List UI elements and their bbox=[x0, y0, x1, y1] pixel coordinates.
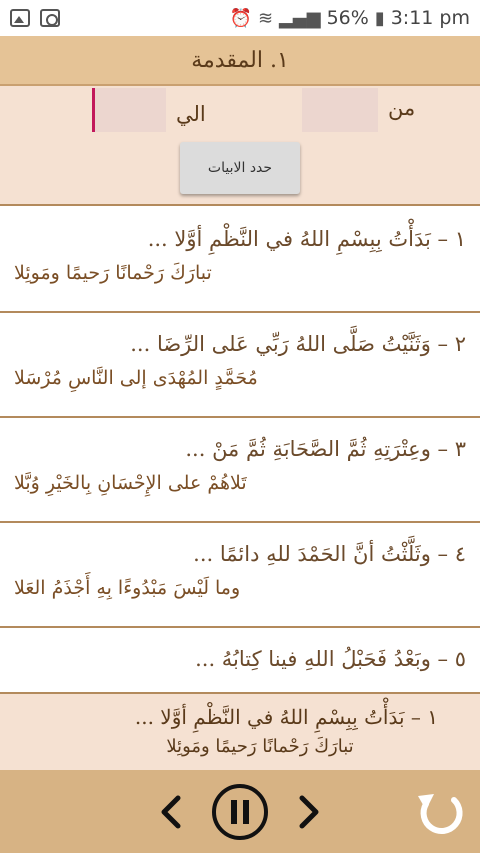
replay-icon bbox=[418, 794, 463, 835]
verse-line-2: تبارَكَ رَحْمانًا رَحيمًا ومَوئِلا bbox=[14, 262, 212, 284]
pause-button[interactable] bbox=[210, 782, 270, 842]
settings-notification-icon bbox=[40, 9, 60, 27]
title-bar: ١. المقدمة bbox=[0, 36, 480, 86]
set-range-button[interactable]: حدد الابيات bbox=[180, 142, 300, 194]
alarm-icon: ⏰ bbox=[229, 7, 252, 29]
chevron-right-icon bbox=[299, 795, 319, 829]
signal-icon: ▂▄▆ bbox=[279, 7, 321, 29]
list-item[interactable]: ٣ – وعِتْرَتِهِ ثُمَّ الصَّحَابَةِ ثُمَّ… bbox=[0, 418, 480, 523]
wifi-icon: ≋ bbox=[257, 7, 274, 29]
verse-line-1: ٣ – وعِتْرَتِهِ ثُمَّ الصَّحَابَةِ ثُمَّ… bbox=[185, 437, 466, 461]
status-bar: ⏰ ≋ ▂▄▆ 56% ▮ 3:11 pm bbox=[0, 0, 480, 36]
previous-button[interactable] bbox=[154, 792, 190, 832]
from-label: من bbox=[388, 96, 416, 120]
battery-percent: 56% bbox=[326, 7, 369, 29]
now-playing-panel: ١ – بَدَأْتُ بِبِسْمِ اللهُ في النَّظْمِ… bbox=[0, 692, 480, 770]
playback-controls bbox=[0, 770, 480, 853]
range-panel: من الي حدد الابيات bbox=[0, 86, 480, 206]
verse-line-2: تَلاهُمْ على الإِحْسَانِ بِالخَيْرِ وُبَ… bbox=[14, 472, 247, 494]
page-title: ١. المقدمة bbox=[191, 47, 289, 73]
to-label: الي bbox=[176, 102, 206, 126]
list-item[interactable]: ١ – بَدَأْتُ بِبِسْمِ اللهُ في النَّظْمِ… bbox=[0, 208, 480, 313]
pause-icon bbox=[212, 784, 268, 840]
verse-line-2: وما لَيْسَ مَبْدُوءًا بِهِ أَجْذَمُ العَ… bbox=[14, 577, 241, 599]
replay-button[interactable] bbox=[410, 782, 470, 842]
now-playing-line-2: تبارَكَ رَحْمانًا رَحيمًا ومَوئِلا bbox=[166, 736, 354, 757]
list-item[interactable]: ٥ – وبَعْدُ فَحَبْلُ اللهِ فينا كِتابُهُ… bbox=[0, 628, 480, 692]
verse-line-1: ٥ – وبَعْدُ فَحَبْلُ اللهِ فينا كِتابُهُ… bbox=[195, 647, 466, 671]
gallery-icon bbox=[10, 9, 30, 27]
verse-line-2: مُحَمَّدٍ المُهْدَى إلى النَّاسِ مُرْسَل… bbox=[14, 367, 258, 389]
verse-line-1: ٤ – وثَلَّثْتُ أنَّ الحَمْدَ للهِ دائمًا… bbox=[193, 542, 466, 566]
next-button[interactable] bbox=[290, 792, 326, 832]
battery-icon: ▮ bbox=[374, 7, 385, 29]
from-input[interactable] bbox=[302, 88, 378, 132]
verse-line-1: ١ – بَدَأْتُ بِبِسْمِ اللهُ في النَّظْمِ… bbox=[147, 227, 466, 251]
list-item[interactable]: ٤ – وثَلَّثْتُ أنَّ الحَمْدَ للهِ دائمًا… bbox=[0, 523, 480, 628]
chevron-left-icon bbox=[161, 795, 181, 829]
verse-line-1: ٢ – وَثَنَّيْتُ صَلَّى اللهُ رَبِّي عَلى… bbox=[130, 332, 466, 356]
clock: 3:11 pm bbox=[390, 7, 470, 29]
verse-list[interactable]: ١ – بَدَأْتُ بِبِسْمِ اللهُ في النَّظْمِ… bbox=[0, 208, 480, 692]
list-item[interactable]: ٢ – وَثَنَّيْتُ صَلَّى اللهُ رَبِّي عَلى… bbox=[0, 313, 480, 418]
to-input[interactable] bbox=[92, 88, 166, 132]
now-playing-line-1: ١ – بَدَأْتُ بِبِسْمِ اللهُ في النَّظْمِ… bbox=[134, 705, 438, 729]
